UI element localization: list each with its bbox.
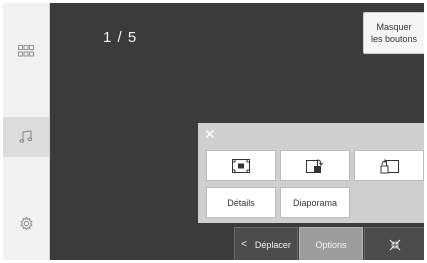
collapse-button[interactable] [364,227,424,260]
rotate-right-icon [306,159,323,173]
options-panel: ✕ Détails Diaporama [198,123,424,223]
close-icon[interactable]: ✕ [204,127,216,141]
details-button[interactable]: Détails [206,187,276,218]
sidebar [3,3,50,260]
chevron-left-icon: < [241,239,247,250]
photo-viewer: 1 / 5 Masquer les boutons ✕ Détails Diap… [3,3,424,260]
hide-buttons-button[interactable]: Masquer les boutons [363,12,424,54]
image-counter: 1 / 5 [103,29,138,46]
rotate-right-button[interactable] [280,150,350,181]
sidebar-item-settings[interactable] [3,203,49,243]
grid-icon [18,45,34,57]
sidebar-item-media[interactable] [3,117,49,157]
slideshow-label: Diaporama [292,197,338,208]
options-label: Options [315,239,347,250]
slideshow-button[interactable]: Diaporama [280,187,350,218]
fit-screen-button[interactable] [206,150,276,181]
hide-buttons-label-line1: Masquer [376,22,412,32]
hide-buttons-label-line2: les boutons [370,34,418,44]
details-label: Détails [227,197,255,208]
music-icon [19,130,33,143]
move-label: Déplacer [254,239,291,250]
options-button[interactable]: Options [299,227,363,260]
fit-screen-icon [232,158,250,173]
sidebar-item-apps[interactable] [3,31,49,71]
rotate-left-button[interactable] [354,150,424,181]
rotate-left-icon [380,158,399,173]
settings-icon [19,215,33,231]
collapse-icon [389,239,401,250]
move-button[interactable]: < Déplacer [234,227,298,260]
